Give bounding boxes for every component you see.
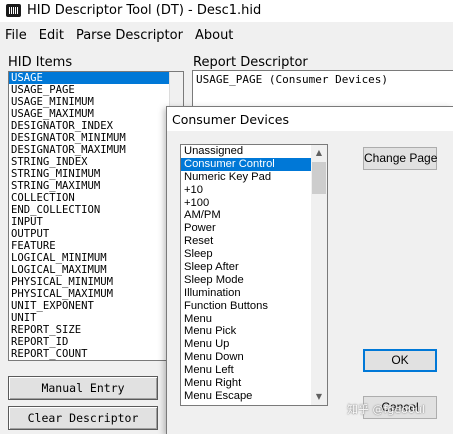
hid-item[interactable]: DESIGNATOR_MAXIMUM: [9, 144, 183, 156]
usage-item[interactable]: Menu: [181, 313, 327, 326]
usage-item[interactable]: Sleep After: [181, 261, 327, 274]
hid-item[interactable]: INPUT: [9, 216, 183, 228]
usage-item[interactable]: +100: [181, 197, 327, 210]
hid-item[interactable]: USAGE_MINIMUM: [9, 96, 183, 108]
menu-about[interactable]: About: [189, 28, 239, 43]
title-bar: HID Descriptor Tool (DT) - Desc1.hid: [0, 0, 453, 22]
consumer-devices-dialog: Consumer Devices Unassigned Consumer Cont…: [166, 106, 453, 434]
ok-button[interactable]: OK: [363, 349, 437, 372]
usage-list-scrollbar[interactable]: ▲ ▼: [311, 145, 327, 405]
report-descriptor-label: Report Descriptor: [193, 55, 308, 70]
hid-item[interactable]: STRING_MAXIMUM: [9, 180, 183, 192]
usage-item[interactable]: Consumer Control: [181, 157, 327, 171]
hid-item[interactable]: USAGE: [9, 72, 183, 84]
usage-item[interactable]: Sleep Mode: [181, 274, 327, 287]
hid-items-label: HID Items: [8, 55, 73, 70]
usage-item[interactable]: Menu Pick: [181, 325, 327, 338]
usage-item[interactable]: Menu Left: [181, 364, 327, 377]
app-icon: [6, 4, 21, 17]
menu-edit[interactable]: Edit: [33, 28, 70, 43]
usage-item[interactable]: Unassigned: [181, 145, 327, 158]
hid-item[interactable]: COLLECTION: [9, 192, 183, 204]
dialog-title: Consumer Devices: [172, 112, 289, 127]
hid-items-list[interactable]: USAGE USAGE_PAGE USAGE_MINIMUM USAGE_MAXIMU…: [8, 71, 184, 361]
usage-item[interactable]: +10: [181, 184, 327, 197]
usage-item[interactable]: Menu Escape: [181, 390, 327, 403]
usage-item[interactable]: Illumination: [181, 287, 327, 300]
menu-bar: File Edit Parse Descriptor About: [0, 24, 453, 46]
hid-item[interactable]: PHYSICAL_MINIMUM: [9, 276, 183, 288]
menu-parse-descriptor[interactable]: Parse Descriptor: [70, 28, 189, 43]
hid-item[interactable]: LOGICAL_MAXIMUM: [9, 264, 183, 276]
manual-entry-button[interactable]: Manual Entry: [8, 376, 158, 400]
hid-item[interactable]: USAGE_MAXIMUM: [9, 108, 183, 120]
hid-item[interactable]: FEATURE: [9, 240, 183, 252]
hid-item[interactable]: USAGE_PAGE: [9, 84, 183, 96]
usage-item[interactable]: Menu Up: [181, 338, 327, 351]
usage-item[interactable]: Sleep: [181, 248, 327, 261]
hid-item[interactable]: UNIT: [9, 312, 183, 324]
hid-item[interactable]: REPORT_COUNT: [9, 348, 183, 360]
scroll-thumb[interactable]: [312, 162, 326, 194]
window-title: HID Descriptor Tool (DT) - Desc1.hid: [27, 3, 262, 18]
scroll-down-icon[interactable]: ▼: [311, 389, 327, 405]
usage-item[interactable]: Reset: [181, 235, 327, 248]
hid-item[interactable]: REPORT_ID: [9, 336, 183, 348]
hid-item[interactable]: PHYSICAL_MAXIMUM: [9, 288, 183, 300]
watermark: 知乎 @fgeo0ul: [347, 403, 425, 416]
hid-item[interactable]: LOGICAL_MINIMUM: [9, 252, 183, 264]
usage-item[interactable]: Menu Right: [181, 377, 327, 390]
hid-item[interactable]: DESIGNATOR_INDEX: [9, 120, 183, 132]
hid-item[interactable]: OUTPUT: [9, 228, 183, 240]
usage-item[interactable]: Power: [181, 222, 327, 235]
hid-item[interactable]: DESIGNATOR_MINIMUM: [9, 132, 183, 144]
hid-item[interactable]: STRING_MINIMUM: [9, 168, 183, 180]
scroll-up-icon[interactable]: ▲: [311, 145, 327, 161]
report-line: USAGE_PAGE (Consumer Devices): [196, 73, 389, 86]
usage-item[interactable]: Function Buttons: [181, 300, 327, 313]
usage-item[interactable]: Menu Down: [181, 351, 327, 364]
hid-item[interactable]: UNIT_EXPONENT: [9, 300, 183, 312]
usage-item[interactable]: Numeric Key Pad: [181, 171, 327, 184]
hid-item[interactable]: END_COLLECTION: [9, 204, 183, 216]
usage-item[interactable]: AM/PM: [181, 209, 327, 222]
clear-descriptor-button[interactable]: Clear Descriptor: [8, 406, 158, 430]
dialog-title-bar: Consumer Devices: [167, 107, 453, 131]
usage-list[interactable]: Unassigned Consumer Control Numeric Key Pa…: [180, 144, 328, 406]
change-page-button[interactable]: Change Page: [363, 147, 437, 170]
report-descriptor-box[interactable]: USAGE_PAGE (Consumer Devices): [192, 70, 453, 110]
hid-item[interactable]: REPORT_SIZE: [9, 324, 183, 336]
menu-file[interactable]: File: [0, 28, 33, 43]
hid-item[interactable]: STRING_INDEX: [9, 156, 183, 168]
